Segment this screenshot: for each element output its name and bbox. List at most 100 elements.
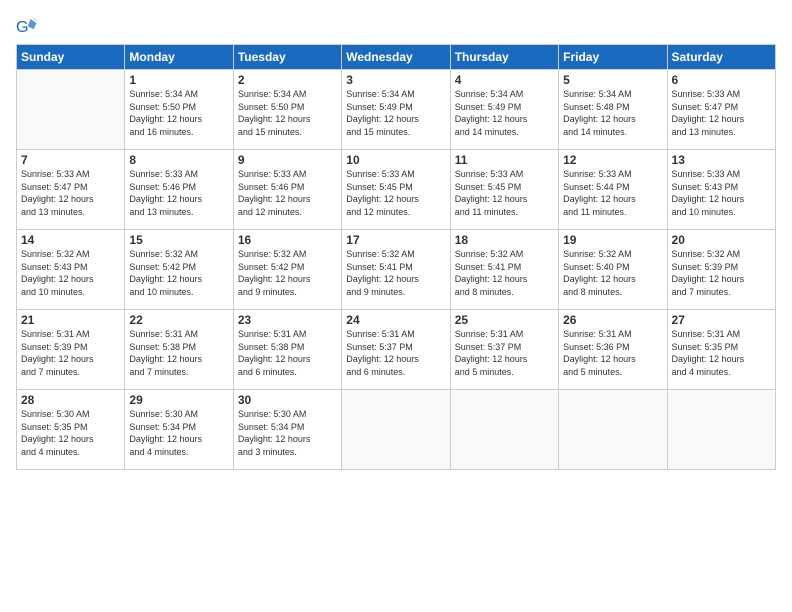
calendar-cell: 4Sunrise: 5:34 AM Sunset: 5:49 PM Daylig… xyxy=(450,70,558,150)
calendar-cell: 1Sunrise: 5:34 AM Sunset: 5:50 PM Daylig… xyxy=(125,70,233,150)
calendar-cell: 7Sunrise: 5:33 AM Sunset: 5:47 PM Daylig… xyxy=(17,150,125,230)
calendar: SundayMondayTuesdayWednesdayThursdayFrid… xyxy=(16,44,776,470)
day-info: Sunrise: 5:32 AM Sunset: 5:41 PM Dayligh… xyxy=(346,248,445,298)
calendar-cell: 19Sunrise: 5:32 AM Sunset: 5:40 PM Dayli… xyxy=(559,230,667,310)
day-number: 5 xyxy=(563,73,662,87)
day-info: Sunrise: 5:33 AM Sunset: 5:46 PM Dayligh… xyxy=(238,168,337,218)
header-row: SundayMondayTuesdayWednesdayThursdayFrid… xyxy=(17,45,776,70)
day-info: Sunrise: 5:34 AM Sunset: 5:50 PM Dayligh… xyxy=(129,88,228,138)
day-info: Sunrise: 5:30 AM Sunset: 5:34 PM Dayligh… xyxy=(129,408,228,458)
day-info: Sunrise: 5:33 AM Sunset: 5:47 PM Dayligh… xyxy=(21,168,120,218)
calendar-cell: 29Sunrise: 5:30 AM Sunset: 5:34 PM Dayli… xyxy=(125,390,233,470)
day-info: Sunrise: 5:33 AM Sunset: 5:43 PM Dayligh… xyxy=(672,168,771,218)
page: G SundayMondayTuesdayWednesdayThursdayFr… xyxy=(0,0,792,612)
day-number: 26 xyxy=(563,313,662,327)
header: G xyxy=(16,12,776,38)
day-number: 4 xyxy=(455,73,554,87)
calendar-cell: 5Sunrise: 5:34 AM Sunset: 5:48 PM Daylig… xyxy=(559,70,667,150)
logo: G xyxy=(16,16,40,38)
calendar-cell: 9Sunrise: 5:33 AM Sunset: 5:46 PM Daylig… xyxy=(233,150,341,230)
day-info: Sunrise: 5:31 AM Sunset: 5:37 PM Dayligh… xyxy=(346,328,445,378)
calendar-cell: 6Sunrise: 5:33 AM Sunset: 5:47 PM Daylig… xyxy=(667,70,775,150)
day-info: Sunrise: 5:30 AM Sunset: 5:35 PM Dayligh… xyxy=(21,408,120,458)
calendar-cell xyxy=(17,70,125,150)
calendar-cell: 11Sunrise: 5:33 AM Sunset: 5:45 PM Dayli… xyxy=(450,150,558,230)
header-cell-sunday: Sunday xyxy=(17,45,125,70)
calendar-cell: 26Sunrise: 5:31 AM Sunset: 5:36 PM Dayli… xyxy=(559,310,667,390)
day-number: 28 xyxy=(21,393,120,407)
day-info: Sunrise: 5:34 AM Sunset: 5:49 PM Dayligh… xyxy=(346,88,445,138)
calendar-cell: 3Sunrise: 5:34 AM Sunset: 5:49 PM Daylig… xyxy=(342,70,450,150)
day-number: 27 xyxy=(672,313,771,327)
day-info: Sunrise: 5:32 AM Sunset: 5:43 PM Dayligh… xyxy=(21,248,120,298)
day-info: Sunrise: 5:30 AM Sunset: 5:34 PM Dayligh… xyxy=(238,408,337,458)
day-number: 1 xyxy=(129,73,228,87)
calendar-header: SundayMondayTuesdayWednesdayThursdayFrid… xyxy=(17,45,776,70)
calendar-cell: 23Sunrise: 5:31 AM Sunset: 5:38 PM Dayli… xyxy=(233,310,341,390)
day-info: Sunrise: 5:33 AM Sunset: 5:45 PM Dayligh… xyxy=(455,168,554,218)
calendar-cell: 12Sunrise: 5:33 AM Sunset: 5:44 PM Dayli… xyxy=(559,150,667,230)
calendar-cell: 17Sunrise: 5:32 AM Sunset: 5:41 PM Dayli… xyxy=(342,230,450,310)
calendar-cell: 10Sunrise: 5:33 AM Sunset: 5:45 PM Dayli… xyxy=(342,150,450,230)
calendar-cell: 2Sunrise: 5:34 AM Sunset: 5:50 PM Daylig… xyxy=(233,70,341,150)
day-number: 3 xyxy=(346,73,445,87)
day-number: 15 xyxy=(129,233,228,247)
day-number: 9 xyxy=(238,153,337,167)
day-number: 7 xyxy=(21,153,120,167)
day-number: 2 xyxy=(238,73,337,87)
calendar-cell: 24Sunrise: 5:31 AM Sunset: 5:37 PM Dayli… xyxy=(342,310,450,390)
calendar-cell: 22Sunrise: 5:31 AM Sunset: 5:38 PM Dayli… xyxy=(125,310,233,390)
day-info: Sunrise: 5:34 AM Sunset: 5:50 PM Dayligh… xyxy=(238,88,337,138)
day-number: 29 xyxy=(129,393,228,407)
week-row: 21Sunrise: 5:31 AM Sunset: 5:39 PM Dayli… xyxy=(17,310,776,390)
day-info: Sunrise: 5:32 AM Sunset: 5:40 PM Dayligh… xyxy=(563,248,662,298)
day-number: 23 xyxy=(238,313,337,327)
logo-icon: G xyxy=(16,16,38,38)
day-number: 22 xyxy=(129,313,228,327)
calendar-cell: 8Sunrise: 5:33 AM Sunset: 5:46 PM Daylig… xyxy=(125,150,233,230)
day-info: Sunrise: 5:33 AM Sunset: 5:44 PM Dayligh… xyxy=(563,168,662,218)
day-info: Sunrise: 5:32 AM Sunset: 5:41 PM Dayligh… xyxy=(455,248,554,298)
day-info: Sunrise: 5:32 AM Sunset: 5:39 PM Dayligh… xyxy=(672,248,771,298)
day-number: 25 xyxy=(455,313,554,327)
header-cell-tuesday: Tuesday xyxy=(233,45,341,70)
week-row: 1Sunrise: 5:34 AM Sunset: 5:50 PM Daylig… xyxy=(17,70,776,150)
day-number: 18 xyxy=(455,233,554,247)
week-row: 14Sunrise: 5:32 AM Sunset: 5:43 PM Dayli… xyxy=(17,230,776,310)
day-number: 6 xyxy=(672,73,771,87)
calendar-cell: 30Sunrise: 5:30 AM Sunset: 5:34 PM Dayli… xyxy=(233,390,341,470)
day-info: Sunrise: 5:33 AM Sunset: 5:45 PM Dayligh… xyxy=(346,168,445,218)
day-info: Sunrise: 5:31 AM Sunset: 5:37 PM Dayligh… xyxy=(455,328,554,378)
week-row: 7Sunrise: 5:33 AM Sunset: 5:47 PM Daylig… xyxy=(17,150,776,230)
day-info: Sunrise: 5:32 AM Sunset: 5:42 PM Dayligh… xyxy=(238,248,337,298)
calendar-cell: 14Sunrise: 5:32 AM Sunset: 5:43 PM Dayli… xyxy=(17,230,125,310)
calendar-cell: 18Sunrise: 5:32 AM Sunset: 5:41 PM Dayli… xyxy=(450,230,558,310)
calendar-cell xyxy=(342,390,450,470)
day-info: Sunrise: 5:33 AM Sunset: 5:47 PM Dayligh… xyxy=(672,88,771,138)
calendar-cell: 28Sunrise: 5:30 AM Sunset: 5:35 PM Dayli… xyxy=(17,390,125,470)
day-number: 20 xyxy=(672,233,771,247)
header-cell-friday: Friday xyxy=(559,45,667,70)
day-number: 30 xyxy=(238,393,337,407)
calendar-cell xyxy=(450,390,558,470)
day-number: 19 xyxy=(563,233,662,247)
header-cell-monday: Monday xyxy=(125,45,233,70)
day-info: Sunrise: 5:31 AM Sunset: 5:38 PM Dayligh… xyxy=(238,328,337,378)
day-number: 24 xyxy=(346,313,445,327)
week-row: 28Sunrise: 5:30 AM Sunset: 5:35 PM Dayli… xyxy=(17,390,776,470)
header-cell-thursday: Thursday xyxy=(450,45,558,70)
calendar-cell: 20Sunrise: 5:32 AM Sunset: 5:39 PM Dayli… xyxy=(667,230,775,310)
day-number: 21 xyxy=(21,313,120,327)
calendar-cell: 13Sunrise: 5:33 AM Sunset: 5:43 PM Dayli… xyxy=(667,150,775,230)
day-number: 16 xyxy=(238,233,337,247)
calendar-cell: 15Sunrise: 5:32 AM Sunset: 5:42 PM Dayli… xyxy=(125,230,233,310)
day-number: 14 xyxy=(21,233,120,247)
day-info: Sunrise: 5:33 AM Sunset: 5:46 PM Dayligh… xyxy=(129,168,228,218)
day-info: Sunrise: 5:31 AM Sunset: 5:36 PM Dayligh… xyxy=(563,328,662,378)
calendar-cell: 25Sunrise: 5:31 AM Sunset: 5:37 PM Dayli… xyxy=(450,310,558,390)
day-info: Sunrise: 5:31 AM Sunset: 5:38 PM Dayligh… xyxy=(129,328,228,378)
calendar-cell: 27Sunrise: 5:31 AM Sunset: 5:35 PM Dayli… xyxy=(667,310,775,390)
header-cell-saturday: Saturday xyxy=(667,45,775,70)
day-info: Sunrise: 5:31 AM Sunset: 5:35 PM Dayligh… xyxy=(672,328,771,378)
header-cell-wednesday: Wednesday xyxy=(342,45,450,70)
